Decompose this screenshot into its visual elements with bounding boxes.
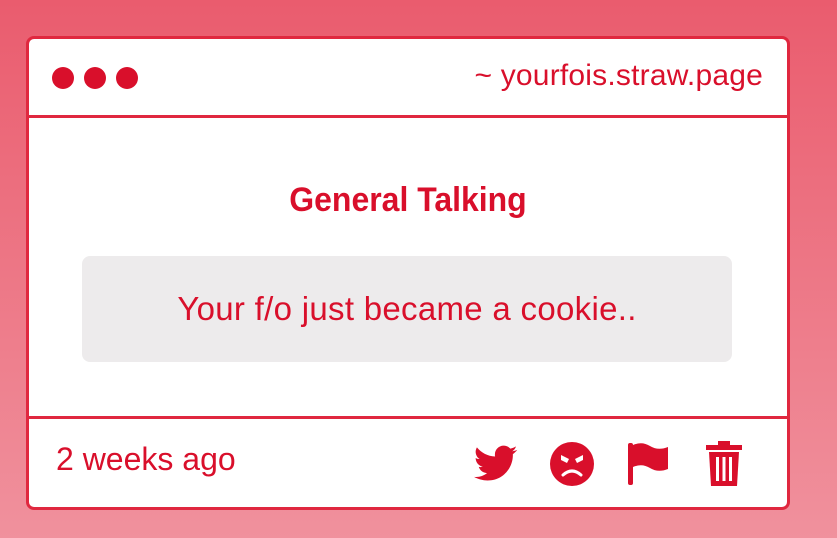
action-bar	[473, 441, 747, 487]
window-dot	[52, 67, 74, 89]
message-box: Your f/o just became a cookie..	[82, 256, 732, 362]
window-dot	[84, 67, 106, 89]
post-title: General Talking	[289, 181, 527, 219]
page-url[interactable]: ~ yourfois.straw.page	[474, 59, 763, 93]
flag-icon[interactable]	[625, 441, 671, 487]
window-titlebar: ~ yourfois.straw.page	[29, 39, 787, 118]
window-controls	[52, 67, 138, 89]
post-timestamp: 2 weeks ago	[56, 441, 236, 477]
window-dot	[116, 67, 138, 89]
post-footer: 2 weeks ago	[29, 419, 787, 507]
angry-face-icon[interactable]	[549, 441, 595, 487]
twitter-icon[interactable]	[473, 441, 519, 487]
post-message: Your f/o just became a cookie..	[177, 290, 637, 327]
trash-icon[interactable]	[701, 441, 747, 487]
post-card: ~ yourfois.straw.page General Talking Yo…	[26, 36, 790, 510]
post-content: General Talking Your f/o just became a c…	[29, 118, 787, 419]
